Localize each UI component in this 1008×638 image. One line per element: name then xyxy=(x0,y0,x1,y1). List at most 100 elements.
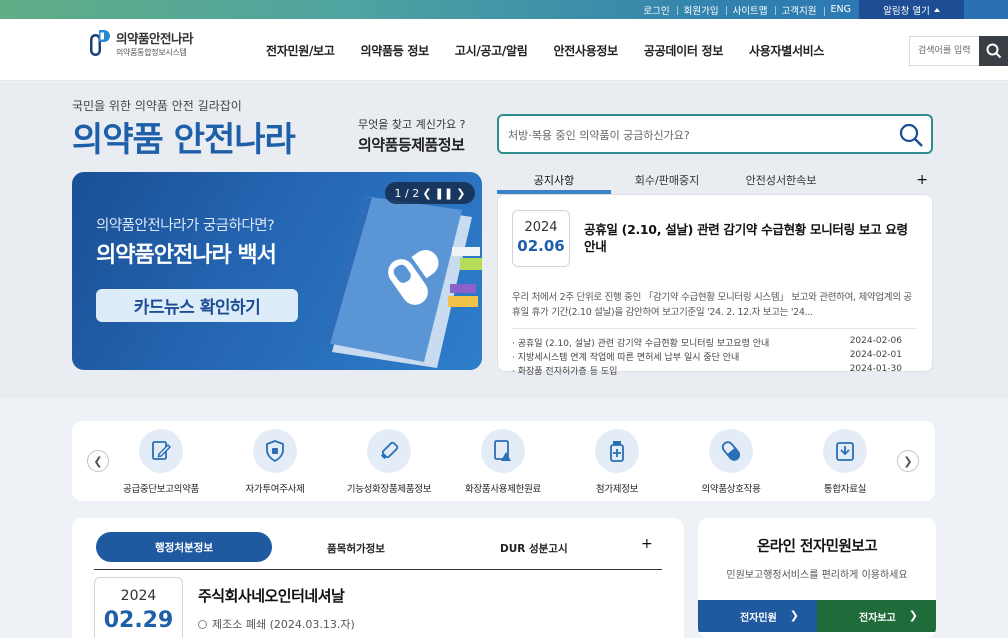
online-report-desc: 민원보고행정서비스를 편리하게 이용하세요 xyxy=(726,570,908,581)
quick-menu: ❮ ❯ 공급중단보고의약품 자가투여주사제 기능성화장품제품정보 화장품사용제한… xyxy=(72,421,935,501)
quick-item-label: 화장품사용제한원료 xyxy=(465,484,541,495)
login-link[interactable]: 로그인 xyxy=(636,3,676,17)
pause-icon[interactable]: ❚❚ xyxy=(435,187,453,200)
capsule-logo-icon xyxy=(90,30,110,56)
nav-item-public-data[interactable]: 공공데이터 정보 xyxy=(644,42,723,59)
company-name[interactable]: 주식회사네오인터네셔날 xyxy=(198,585,345,606)
search-prompt: 무엇을 찾고 계신가요 ? xyxy=(358,118,466,131)
tab-notices[interactable]: 공지사항 xyxy=(497,172,611,194)
main-search-placeholder: 처방·복용 중인 의약품이 궁금하신가요? xyxy=(508,129,690,142)
disposition-date: 2024 02.29 xyxy=(94,577,183,638)
utility-bar: 로그인 회원가입 사이트맵 고객지원 ENG 알림창 열기 xyxy=(0,0,1008,19)
tab-recall[interactable]: 회수/판매중지 xyxy=(611,172,723,194)
tab-product-approval[interactable]: 품목허가정보 xyxy=(327,541,385,556)
shield-icon xyxy=(253,429,297,473)
search-icon[interactable] xyxy=(898,122,924,148)
featured-day: 02.06 xyxy=(517,237,565,255)
list-item[interactable]: · 공휴일 (2.10, 설날) 관련 감기약 수급현황 모니터링 보고요령 안… xyxy=(512,336,902,350)
notice-panel: 공지사항 회수/판매중지 안전성서한속보 + 2024 02.06 공휴일 (2… xyxy=(497,172,933,377)
tab-dur-notice[interactable]: DUR 성분고시 xyxy=(500,541,568,556)
quick-item-functional-cosmetics[interactable]: 기능성화장품제품정보 xyxy=(334,429,444,495)
featured-date: 2024 02.06 xyxy=(512,210,570,267)
pills-icon xyxy=(709,429,753,473)
site-header: 의약품안전나라 의약품통합정보시스템 전자민원/보고 의약품등 정보 고시/공고… xyxy=(0,19,1008,81)
admin-disposition-panel: 행정처분정보 품목허가정보 DUR 성분고시 + 2024 02.29 주식회사… xyxy=(72,518,684,638)
featured-notice-title[interactable]: 공휴일 (2.10, 설날) 관련 감기약 수급현황 모니터링 보고 요령 안내 xyxy=(584,221,914,255)
search-icon xyxy=(986,43,1001,59)
divider xyxy=(94,569,662,570)
quick-item-label: 첨가제정보 xyxy=(595,484,639,495)
quick-item-archive[interactable]: 통합자료실 xyxy=(790,429,900,495)
admin-more-button[interactable]: + xyxy=(641,536,653,552)
main-nav: 전자민원/보고 의약품등 정보 고시/공고/알림 안전사용정보 공공데이터 정보… xyxy=(253,42,837,59)
quick-item-self-injection[interactable]: 자가투여주사제 xyxy=(220,429,330,495)
quick-item-restricted-ingredients[interactable]: 화장품사용제한원료 xyxy=(448,429,558,495)
quick-item-interactions[interactable]: 의약품상호작용 xyxy=(676,429,786,495)
nav-item-drug-info[interactable]: 의약품등 정보 xyxy=(361,42,430,59)
quick-item-supply-stop[interactable]: 공급중단보고의약품 xyxy=(106,429,216,495)
list-item[interactable]: · 지방세시스템 연계 작업에 따른 면허세 납부 일시 중단 안내 2024-… xyxy=(512,350,902,364)
header-search-input[interactable]: 검색어를 입력 xyxy=(909,36,979,66)
chevron-right-icon[interactable]: ❯ xyxy=(456,187,465,200)
notice-more-button[interactable]: + xyxy=(916,172,928,188)
tab-admin-disposition[interactable]: 행정처분정보 xyxy=(96,532,272,562)
card-news-button[interactable]: 카드뉴스 확인하기 xyxy=(96,289,298,322)
caret-up-icon xyxy=(933,7,940,12)
notice-list: · 공휴일 (2.10, 설날) 관련 감기약 수급현황 모니터링 보고요령 안… xyxy=(512,336,902,378)
list-item[interactable]: · 화장품 전자허가증 등 도입 2024-01-30 xyxy=(512,364,902,378)
divider xyxy=(512,328,917,329)
quick-item-additives[interactable]: 첨가제정보 xyxy=(562,429,672,495)
hero-section: 국민을 위한 의약품 안전 길라잡이 의약품 안전나라 무엇을 찾고 계신가요 … xyxy=(0,82,1008,398)
disposition-detail-text: 제조소 폐쇄 (2024.03.13.자) xyxy=(212,618,355,631)
e-civil-button[interactable]: 전자민원 ❯ xyxy=(698,600,817,632)
site-logo[interactable]: 의약품안전나라 의약품통합정보시스템 xyxy=(88,28,194,58)
brand-title: 의약품 안전나라 xyxy=(72,120,296,160)
logo-subtitle: 의약품통합정보시스템 xyxy=(116,48,187,57)
cosmetic-tube-icon xyxy=(367,429,411,473)
disposition-detail: 제조소 폐쇄 (2024.03.13.자) xyxy=(198,616,355,632)
featured-notice-summary: 우리 처에서 2주 단위로 진행 중인 「감기약 수급현황 모니터링 시스템」 … xyxy=(512,292,912,318)
logo-title: 의약품안전나라 xyxy=(116,31,194,46)
english-link[interactable]: ENG xyxy=(823,4,858,16)
sitemap-link[interactable]: 사이트맵 xyxy=(725,3,775,17)
banner-controls: 1 / 2 ❮ ❚❚ ❯ xyxy=(385,182,475,204)
chevron-right-icon: ❯ xyxy=(908,609,918,622)
main-search-input[interactable]: 처방·복용 중인 의약품이 궁금하신가요? xyxy=(497,114,933,154)
nav-item-user-services[interactable]: 사용자별서비스 xyxy=(749,42,824,59)
document-warning-icon xyxy=(481,429,525,473)
notice-item-date: 2024-01-30 xyxy=(849,364,902,374)
quick-item-label: 의약품상호작용 xyxy=(701,484,761,495)
disposition-year: 2024 xyxy=(120,588,157,604)
quick-item-label: 자가투여주사제 xyxy=(245,484,305,495)
utility-links: 로그인 회원가입 사이트맵 고객지원 ENG xyxy=(636,0,858,19)
nav-item-safety[interactable]: 안전사용정보 xyxy=(553,42,618,59)
disposition-day: 02.29 xyxy=(103,608,174,633)
search-category[interactable]: 의약품등제품정보 xyxy=(358,134,465,155)
quick-item-label: 공급중단보고의약품 xyxy=(123,484,199,495)
header-search-button[interactable] xyxy=(979,36,1008,66)
alert-toggle-button[interactable]: 알림창 열기 xyxy=(859,0,964,19)
support-link[interactable]: 고객지원 xyxy=(774,3,824,17)
document-edit-icon xyxy=(139,429,183,473)
notice-item-date: 2024-02-01 xyxy=(849,350,902,360)
notice-item-title: 공휴일 (2.10, 설날) 관련 감기약 수급현황 모니터링 보고요령 안내 xyxy=(517,339,770,349)
quick-item-label: 기능성화장품제품정보 xyxy=(346,484,432,495)
download-icon xyxy=(823,429,867,473)
chevron-right-icon: ❯ xyxy=(789,609,799,622)
notice-item-title: 화장품 전자허가증 등 도입 xyxy=(517,367,618,377)
chevron-left-icon[interactable]: ❮ xyxy=(422,187,431,200)
nav-item-e-civil[interactable]: 전자민원/보고 xyxy=(266,42,335,59)
quick-item-label: 통합자료실 xyxy=(823,484,867,495)
online-report-title: 온라인 전자민원보고 xyxy=(756,539,878,555)
promo-banner[interactable]: 의약품안전나라가 궁금하다면? 의약품안전나라 백서 카드뉴스 확인하기 1 /… xyxy=(72,172,482,370)
quick-next-button[interactable]: ❯ xyxy=(897,450,919,472)
notice-item-date: 2024-02-06 xyxy=(849,336,902,346)
e-report-button[interactable]: 전자보고 ❯ xyxy=(817,600,936,632)
notice-item-title: 지방세시스템 연계 작업에 따른 면허세 납부 일시 중단 안내 xyxy=(517,353,740,363)
e-civil-label: 전자민원 xyxy=(740,612,777,624)
tab-safety-letter[interactable]: 안전성서한속보 xyxy=(723,172,839,194)
notice-tabs: 공지사항 회수/판매중지 안전성서한속보 xyxy=(497,172,933,194)
nav-item-notices[interactable]: 고시/공고/알림 xyxy=(455,42,528,59)
signup-link[interactable]: 회원가입 xyxy=(676,3,726,17)
featured-year: 2024 xyxy=(524,220,558,235)
